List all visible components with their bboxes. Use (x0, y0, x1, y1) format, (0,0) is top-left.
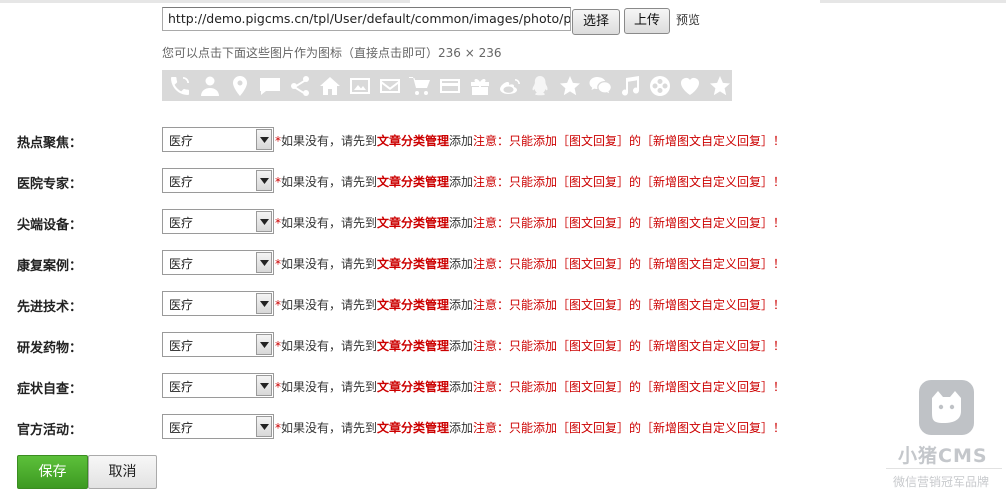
category-select[interactable]: 医疗 (162, 127, 274, 152)
credit-card-icon[interactable] (435, 71, 465, 101)
home-icon[interactable] (315, 71, 345, 101)
field-note: *如果没有，请先到文章分类管理添加注意：只能添加［图文回复］的［新增图文自定义回… (275, 339, 786, 353)
article-category-link[interactable]: 文章分类管理 (377, 134, 449, 148)
wechat-icon[interactable] (585, 71, 615, 101)
field-row-hot-focus: 热点聚焦： 医疗 *如果没有，请先到文章分类管理添加注意：只能添加［图文回复］的… (0, 127, 800, 153)
field-note: *如果没有，请先到文章分类管理添加注意：只能添加［图文回复］的［新增图文自定义回… (275, 175, 786, 189)
save-button[interactable]: 保存 (17, 455, 88, 489)
article-category-link[interactable]: 文章分类管理 (377, 298, 449, 312)
person-icon[interactable] (195, 71, 225, 101)
field-note: *如果没有，请先到文章分类管理添加注意：只能添加［图文回复］的［新增图文自定义回… (275, 257, 786, 271)
picture-icon[interactable] (345, 71, 375, 101)
star-outline-icon[interactable] (555, 71, 585, 101)
category-select[interactable]: 医疗 (162, 332, 274, 357)
field-row-recovery-cases: 康复案例： 医疗 *如果没有，请先到文章分类管理添加注意：只能添加［图文回复］的… (0, 250, 800, 276)
cancel-button[interactable]: 取消 (88, 455, 157, 489)
choose-image-button[interactable]: 选择 (572, 9, 620, 35)
star-icon[interactable] (705, 71, 735, 101)
watermark-slogan: 微信营销冠军品牌 (893, 475, 990, 489)
field-row-advanced-technology: 先进技术： 医疗 *如果没有，请先到文章分类管理添加注意：只能添加［图文回复］的… (0, 291, 800, 317)
category-select[interactable]: 医疗 (162, 414, 274, 439)
chevron-down-icon[interactable] (256, 293, 272, 314)
select-value: 医疗 (169, 134, 194, 148)
select-value: 医疗 (169, 216, 194, 230)
category-select[interactable]: 医疗 (162, 291, 274, 316)
watermark-brand-name: 小猪CMS (898, 445, 988, 467)
field-row-research-drugs: 研发药物： 医疗 *如果没有，请先到文章分类管理添加注意：只能添加［图文回复］的… (0, 332, 800, 358)
article-category-link[interactable]: 文章分类管理 (377, 216, 449, 230)
share-icon[interactable] (285, 71, 315, 101)
article-category-link[interactable]: 文章分类管理 (377, 257, 449, 271)
field-note: *如果没有，请先到文章分类管理添加注意：只能添加［图文回复］的［新增图文自定义回… (275, 298, 786, 312)
watermark-divider (886, 468, 1002, 469)
phone-icon[interactable] (165, 71, 195, 101)
gift-icon[interactable] (465, 71, 495, 101)
upload-image-button[interactable]: 上传 (624, 8, 670, 34)
field-label: 医院专家： (17, 177, 83, 192)
film-reel-icon[interactable] (645, 71, 675, 101)
field-row-official-events: 官方活动： 医疗 *如果没有，请先到文章分类管理添加注意：只能添加［图文回复］的… (0, 414, 800, 440)
field-label: 先进技术： (17, 300, 83, 315)
image-url-input[interactable]: http://demo.pigcms.cn/tpl/User/default/c… (162, 7, 571, 31)
field-row-advanced-equipment: 尖端设备： 医疗 *如果没有，请先到文章分类管理添加注意：只能添加［图文回复］的… (0, 209, 800, 235)
field-label: 研发药物： (17, 341, 83, 356)
select-value: 医疗 (169, 421, 194, 435)
shopping-cart-icon[interactable] (405, 71, 435, 101)
chevron-down-icon[interactable] (256, 416, 272, 437)
field-note: *如果没有，请先到文章分类管理添加注意：只能添加［图文回复］的［新增图文自定义回… (275, 380, 786, 394)
location-pin-icon[interactable] (225, 71, 255, 101)
article-category-link[interactable]: 文章分类管理 (377, 339, 449, 353)
preview-link[interactable]: 预览 (676, 11, 700, 28)
article-category-link[interactable]: 文章分类管理 (377, 380, 449, 394)
field-row-hospital-experts: 医院专家： 医疗 *如果没有，请先到文章分类管理添加注意：只能添加［图文回复］的… (0, 168, 800, 194)
mail-icon[interactable] (375, 71, 405, 101)
chevron-down-icon[interactable] (256, 211, 272, 232)
field-row-symptom-check: 症状自查： 医疗 *如果没有，请先到文章分类管理添加注意：只能添加［图文回复］的… (0, 373, 800, 399)
field-label: 热点聚焦： (17, 136, 83, 151)
chevron-down-icon[interactable] (256, 334, 272, 355)
qq-icon[interactable] (525, 71, 555, 101)
chat-bubble-icon[interactable] (255, 71, 285, 101)
select-value: 医疗 (169, 175, 194, 189)
field-note: *如果没有，请先到文章分类管理添加注意：只能添加［图文回复］的［新增图文自定义回… (275, 421, 786, 435)
category-select[interactable]: 医疗 (162, 373, 274, 398)
article-category-link[interactable]: 文章分类管理 (377, 421, 449, 435)
article-category-link[interactable]: 文章分类管理 (377, 175, 449, 189)
icon-hint-text: 您可以点击下面这些图片作为图标（直接点击即可）236 × 236 (162, 46, 502, 60)
field-note: *如果没有，请先到文章分类管理添加注意：只能添加［图文回复］的［新增图文自定义回… (275, 134, 786, 148)
chevron-down-icon[interactable] (256, 252, 272, 273)
music-note-icon[interactable] (615, 71, 645, 101)
select-value: 医疗 (169, 380, 194, 394)
field-label: 官方活动： (17, 423, 83, 438)
select-value: 医疗 (169, 257, 194, 271)
field-label: 尖端设备： (17, 218, 83, 233)
field-label: 康复案例： (17, 259, 83, 274)
icon-picker-strip (162, 70, 732, 101)
select-value: 医疗 (169, 339, 194, 353)
category-select[interactable]: 医疗 (162, 250, 274, 275)
chevron-down-icon[interactable] (256, 170, 272, 191)
top-divider (0, 0, 1006, 3)
field-label: 症状自查： (17, 382, 83, 397)
category-select[interactable]: 医疗 (162, 168, 274, 193)
chevron-down-icon[interactable] (256, 375, 272, 396)
select-value: 医疗 (169, 298, 194, 312)
chevron-down-icon[interactable] (256, 129, 272, 150)
weibo-icon[interactable] (495, 71, 525, 101)
heart-icon[interactable] (675, 71, 705, 101)
field-note: *如果没有，请先到文章分类管理添加注意：只能添加［图文回复］的［新增图文自定义回… (275, 216, 786, 230)
pigcms-logo-icon (919, 380, 974, 435)
category-select[interactable]: 医疗 (162, 209, 274, 234)
